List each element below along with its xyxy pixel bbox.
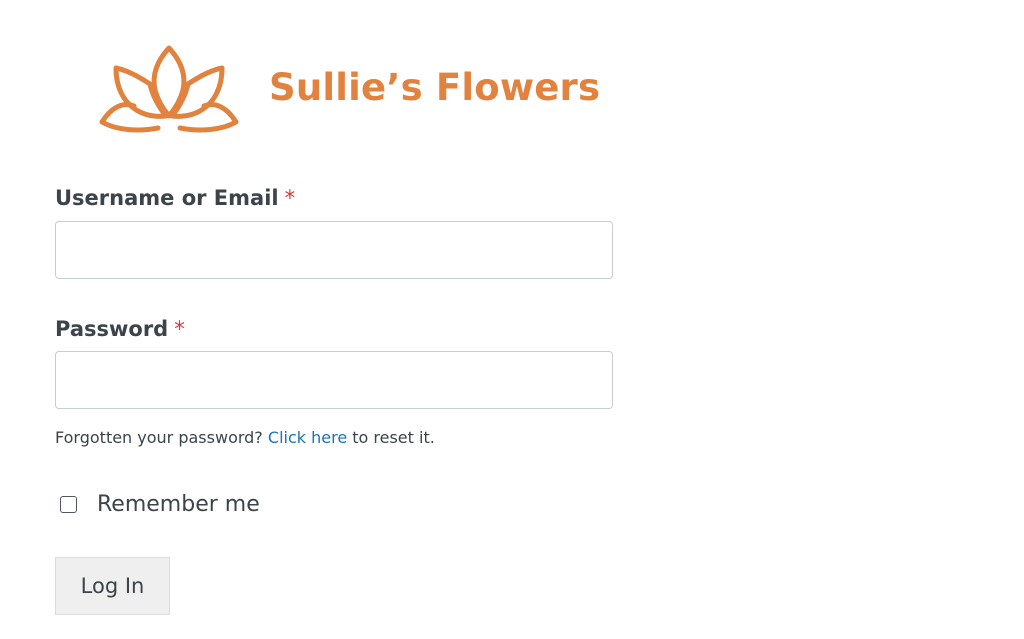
forgot-suffix: to reset it. [352,428,435,447]
remember-me-checkbox[interactable] [60,495,77,513]
password-label-text: Password [55,317,169,341]
forgot-prefix: Forgotten your password? [55,428,263,447]
forgot-password-text: Forgotten your password? Click here to r… [55,428,435,447]
required-marker: * [284,186,296,210]
reset-password-link[interactable]: Click here [268,428,347,447]
password-label: Password * [55,317,185,341]
site-logo: Sullie’s Flowers [98,44,600,136]
remember-me-label[interactable]: Remember me [97,492,260,517]
brand-name: Sullie’s Flowers [269,66,601,109]
password-input[interactable] [55,351,613,409]
required-marker: * [174,317,185,341]
username-label: Username or Email * [55,186,295,210]
username-label-text: Username or Email [55,186,279,210]
remember-me[interactable]: Remember me [60,491,260,517]
username-input[interactable] [55,221,613,279]
lotus-logo-icon [99,45,239,133]
login-button[interactable]: Log In [55,557,170,615]
